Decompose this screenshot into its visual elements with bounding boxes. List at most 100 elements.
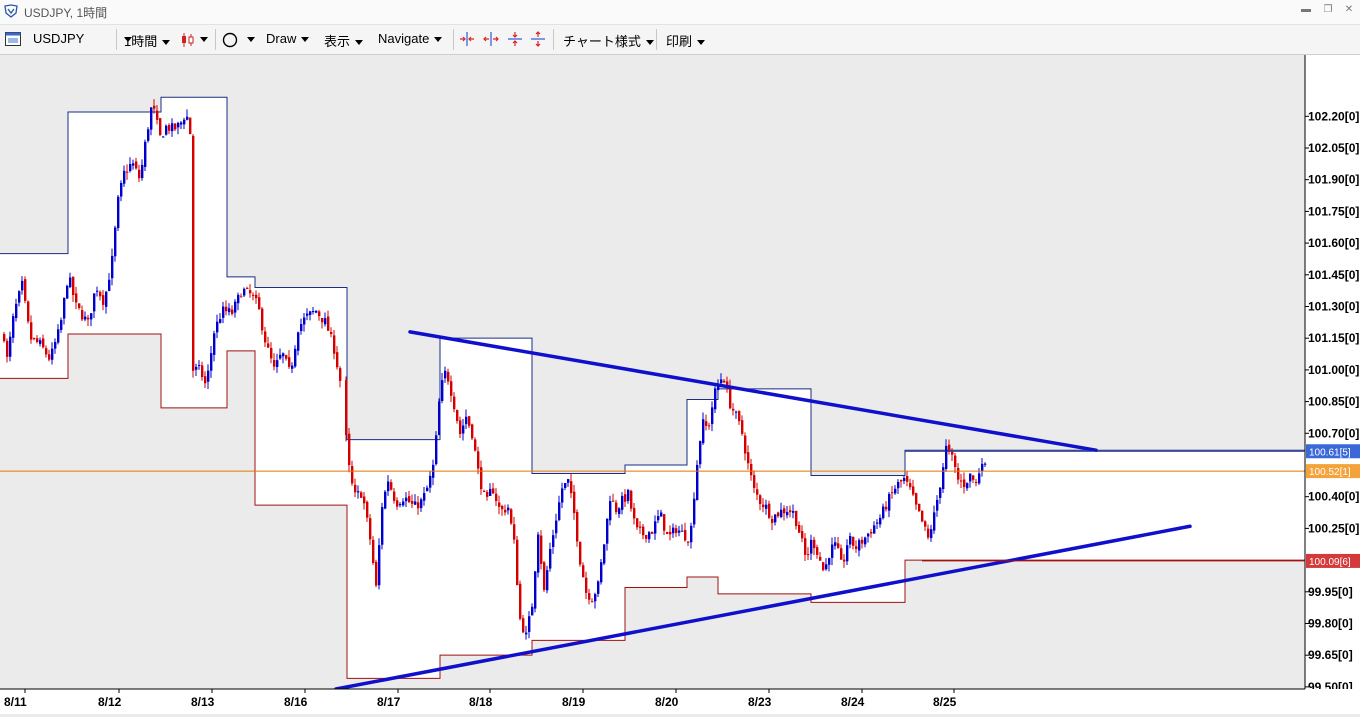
candle-body	[387, 481, 390, 492]
close-button[interactable]: ✕	[1342, 4, 1356, 16]
candle-body	[24, 279, 27, 301]
candle-body	[558, 502, 561, 520]
zoom-out-horizontal-icon[interactable]	[483, 31, 499, 47]
candle-body	[399, 504, 402, 506]
chart-window-icon[interactable]	[5, 32, 21, 46]
candle-body	[912, 486, 915, 495]
candle-body	[138, 169, 141, 179]
candle-body	[627, 489, 630, 501]
candle-body	[501, 505, 504, 510]
draw-menu[interactable]: Draw	[266, 31, 310, 46]
candle-body	[621, 495, 624, 510]
candle-body	[300, 323, 303, 332]
candle-body	[660, 512, 663, 517]
candle-body	[420, 499, 423, 509]
candle-body	[75, 293, 78, 303]
candle-body	[114, 227, 117, 257]
print-menu[interactable]: 印刷	[666, 31, 706, 50]
candle-body	[414, 501, 417, 505]
candle-body	[222, 306, 225, 318]
chevron-down-icon	[434, 37, 443, 43]
price-tick-label: 101.60[0]	[1308, 236, 1359, 250]
candle-body	[93, 293, 96, 312]
candle-body	[705, 421, 708, 426]
navigate-menu[interactable]: Navigate	[378, 31, 443, 46]
chart-style-label: チャート様式	[563, 34, 641, 49]
candle-body	[9, 336, 12, 357]
candle-body	[159, 118, 162, 136]
candle-body	[654, 521, 657, 534]
zoom-in-horizontal-icon[interactable]	[459, 31, 475, 47]
candle-body	[348, 433, 351, 466]
candle-body	[852, 536, 855, 546]
price-chart[interactable]: 102.20[0] 102.05[0] 101.90[0] 101.75[0] 101.…	[0, 55, 1360, 714]
toolbar-separator	[215, 29, 216, 50]
candle-body	[945, 445, 948, 469]
candle-body	[834, 542, 837, 546]
candle-body	[684, 530, 687, 541]
zoom-in-vertical-icon[interactable]	[507, 31, 523, 47]
candle-body	[480, 467, 483, 490]
restore-button[interactable]: ❐	[1321, 4, 1335, 16]
candle-body	[456, 410, 459, 421]
candle-body	[675, 528, 678, 533]
minimize-button[interactable]: ▬	[1299, 4, 1313, 16]
candle-body	[888, 493, 891, 511]
candle-body	[117, 196, 120, 229]
toolbar-separator	[656, 29, 657, 50]
price-tick-label: 100.25[0]	[1308, 521, 1359, 535]
candle-body	[237, 294, 240, 304]
candle-body	[570, 481, 573, 494]
candle-body	[330, 332, 333, 335]
chart-type-select[interactable]	[181, 31, 208, 48]
candle-body	[870, 531, 873, 534]
candle-body	[942, 467, 945, 490]
shape-tool-select[interactable]	[222, 31, 255, 48]
candle-body	[69, 277, 72, 288]
candle-body	[99, 291, 102, 297]
candle-body	[948, 444, 951, 451]
price-marker-label: 100.52[1]	[1309, 467, 1351, 478]
candle-body	[579, 541, 582, 565]
timeframe-select[interactable]: 1時間	[124, 31, 171, 50]
candle-body	[531, 606, 534, 616]
candle-body	[183, 119, 186, 125]
chart-style-menu[interactable]: チャート様式	[563, 31, 654, 50]
candle-body	[129, 164, 132, 171]
chart-area[interactable]: 102.20[0] 102.05[0] 101.90[0] 101.75[0] 101.…	[0, 55, 1360, 714]
candle-body	[6, 340, 9, 357]
candle-body	[534, 571, 537, 609]
candle-body	[756, 489, 759, 495]
candle-body	[63, 298, 66, 319]
candle-body	[396, 500, 399, 507]
candle-body	[12, 316, 15, 338]
candle-body	[864, 537, 867, 545]
symbol-select[interactable]: USDJPY	[33, 31, 133, 46]
candle-body	[123, 170, 126, 184]
candle-body	[678, 530, 681, 533]
candle-body	[216, 321, 219, 333]
candle-body	[753, 475, 756, 488]
candle-body	[636, 518, 639, 528]
candle-body	[828, 558, 831, 565]
candle-body	[612, 500, 615, 502]
candle-body	[804, 538, 807, 555]
zoom-out-vertical-icon[interactable]	[530, 31, 546, 47]
candle-body	[921, 510, 924, 522]
candle-body	[264, 331, 267, 343]
candle-body	[984, 463, 987, 465]
candle-body	[429, 475, 432, 488]
candle-body	[930, 529, 933, 539]
candle-body	[951, 451, 954, 455]
candle-body	[891, 492, 894, 494]
candle-body	[96, 290, 99, 292]
candle-body	[279, 354, 282, 359]
candle-body	[567, 479, 570, 483]
display-menu[interactable]: 表示	[324, 31, 364, 50]
candle-body	[45, 348, 48, 355]
chart-toolbar: USDJPY 1時間 Draw 表示 Navigate チャート様式 印刷	[0, 25, 1360, 55]
candle-body	[459, 420, 462, 435]
candle-body	[135, 161, 138, 169]
candle-body	[954, 455, 957, 467]
candle-body	[27, 301, 30, 322]
